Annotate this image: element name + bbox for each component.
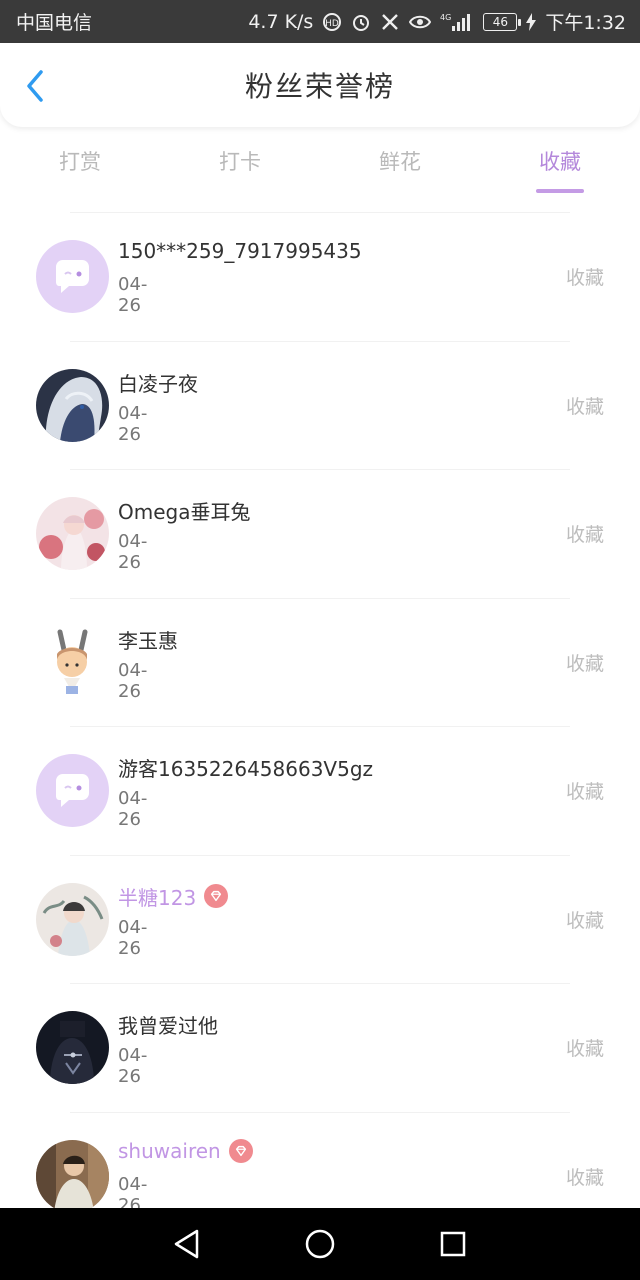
circle-home-icon: [305, 1229, 335, 1259]
fan-name-text: 半糖123: [118, 885, 197, 910]
tab-label: 收藏: [539, 150, 581, 174]
page-title: 粉丝荣誉榜: [244, 70, 395, 103]
nav-home-button[interactable]: [300, 1224, 340, 1264]
nav-recents-button[interactable]: [433, 1224, 473, 1264]
favorite-action-label: 收藏: [565, 781, 604, 804]
fan-name[interactable]: 白凌子夜: [118, 368, 198, 397]
favorite-action-label: 收藏: [565, 1038, 604, 1061]
vip-diamond-icon: [228, 1138, 253, 1163]
dark-outfit-avatar[interactable]: [36, 1011, 109, 1085]
charging-icon: [526, 12, 537, 31]
fan-row[interactable]: 白凌子夜 04-26 收藏: [0, 342, 640, 470]
clock: 下午1:32: [545, 12, 626, 34]
fan-date: 04-26: [118, 659, 148, 702]
favorite-action-label: 收藏: [565, 652, 604, 675]
fan-row[interactable]: 150***259_7917995435 04-26 收藏: [0, 213, 640, 341]
network-speed: 4.7 K/s: [248, 10, 314, 33]
fan-name[interactable]: 半糖123: [118, 882, 229, 911]
chevron-left-icon: [27, 70, 43, 102]
bunny-girl-avatar[interactable]: [36, 625, 109, 699]
alarm-icon: [351, 12, 371, 32]
vip-diamond-icon: [204, 884, 229, 908]
fan-row[interactable]: Omega垂耳兔 04-26 收藏: [0, 470, 640, 598]
favorite-action-label: 收藏: [565, 395, 604, 418]
tools-icon: [380, 12, 400, 32]
fan-date: 04-26: [118, 402, 148, 445]
fan-name-text: shuwairen: [118, 1138, 221, 1163]
status-bar: 中国电信 4.7 K/s HD 4G 46 下午1:32: [0, 0, 640, 43]
fan-name[interactable]: 李玉惠: [118, 625, 178, 654]
fan-name-text: 150***259_7917995435: [118, 239, 362, 263]
tab-favorites[interactable]: 收藏: [480, 127, 640, 207]
default-chat-avatar[interactable]: [36, 754, 109, 828]
fan-row[interactable]: 游客1635226458663V5gz 04-26 收藏: [0, 727, 640, 855]
fan-name-text: 我曾爱过他: [118, 1014, 218, 1038]
fan-date: 04-26: [118, 531, 148, 573]
fan-row[interactable]: 李玉惠 04-26 收藏: [0, 599, 640, 727]
favorite-action-label: 收藏: [565, 909, 604, 932]
fan-name[interactable]: 我曾爱过他: [118, 1010, 218, 1039]
status-icons: 4.7 K/s HD 4G 46 下午1:32: [248, 8, 626, 35]
svg-text:HD: HD: [325, 19, 339, 29]
back-button[interactable]: [18, 69, 52, 103]
battery-level: 46: [492, 14, 508, 29]
nav-back-button[interactable]: [167, 1224, 207, 1264]
triangle-back-icon: [174, 1229, 198, 1259]
system-nav-bar: [0, 1208, 640, 1280]
favorite-action-label: 收藏: [565, 267, 604, 290]
signal-icon: 4G: [440, 12, 474, 32]
carrier-label: 中国电信: [16, 12, 93, 34]
tab-label: 打赏: [59, 150, 101, 174]
network-type: 4G: [440, 13, 451, 22]
fan-date: 04-26: [118, 1045, 148, 1087]
photo-person-avatar[interactable]: [36, 1139, 109, 1213]
fan-name-text: 白凌子夜: [118, 371, 198, 396]
tab-checkin[interactable]: 打卡: [160, 127, 320, 207]
painted-girl-avatar[interactable]: [36, 882, 109, 956]
tab-label: 鲜花: [379, 150, 421, 174]
square-recents-icon: [441, 1231, 466, 1257]
fan-date: 04-26: [118, 916, 148, 959]
fan-date: 04-26: [118, 788, 148, 830]
fan-date: 04-26: [118, 274, 148, 316]
fan-name-text: 游客1635226458663V5gz: [118, 757, 374, 781]
fan-list: 150***259_7917995435 04-26 收藏 白凌子夜 04-26 收藏 …: [0, 212, 640, 1241]
fan-name[interactable]: 游客1635226458663V5gz: [118, 753, 373, 782]
fan-name-text: Omega垂耳兔: [118, 500, 251, 524]
fan-name-text: 李玉惠: [118, 628, 178, 653]
fan-name[interactable]: shuwairen: [118, 1138, 253, 1163]
fan-name[interactable]: 150***259_7917995435: [118, 239, 362, 263]
fan-row[interactable]: 半糖123 04-26 收藏: [0, 856, 640, 984]
tab-indicator: [536, 189, 584, 193]
tab-reward[interactable]: 打赏: [0, 127, 160, 207]
battery-icon: 46: [483, 12, 522, 31]
fan-name[interactable]: Omega垂耳兔: [118, 496, 250, 525]
fan-row[interactable]: 我曾爱过他 04-26 收藏: [0, 984, 640, 1112]
eye-icon: [409, 14, 432, 30]
hd-call-icon: HD: [322, 12, 342, 32]
floral-anime-avatar[interactable]: [36, 497, 109, 571]
tab-bar: 打赏 打卡 鲜花 收藏: [0, 127, 640, 207]
page-header: 粉丝荣誉榜: [0, 43, 640, 127]
dark-anime-avatar[interactable]: [36, 368, 109, 442]
tab-flowers[interactable]: 鲜花: [320, 127, 480, 207]
tab-label: 打卡: [219, 150, 261, 174]
favorite-action-label: 收藏: [565, 1166, 604, 1189]
default-chat-avatar[interactable]: [36, 240, 109, 314]
favorite-action-label: 收藏: [565, 524, 604, 547]
